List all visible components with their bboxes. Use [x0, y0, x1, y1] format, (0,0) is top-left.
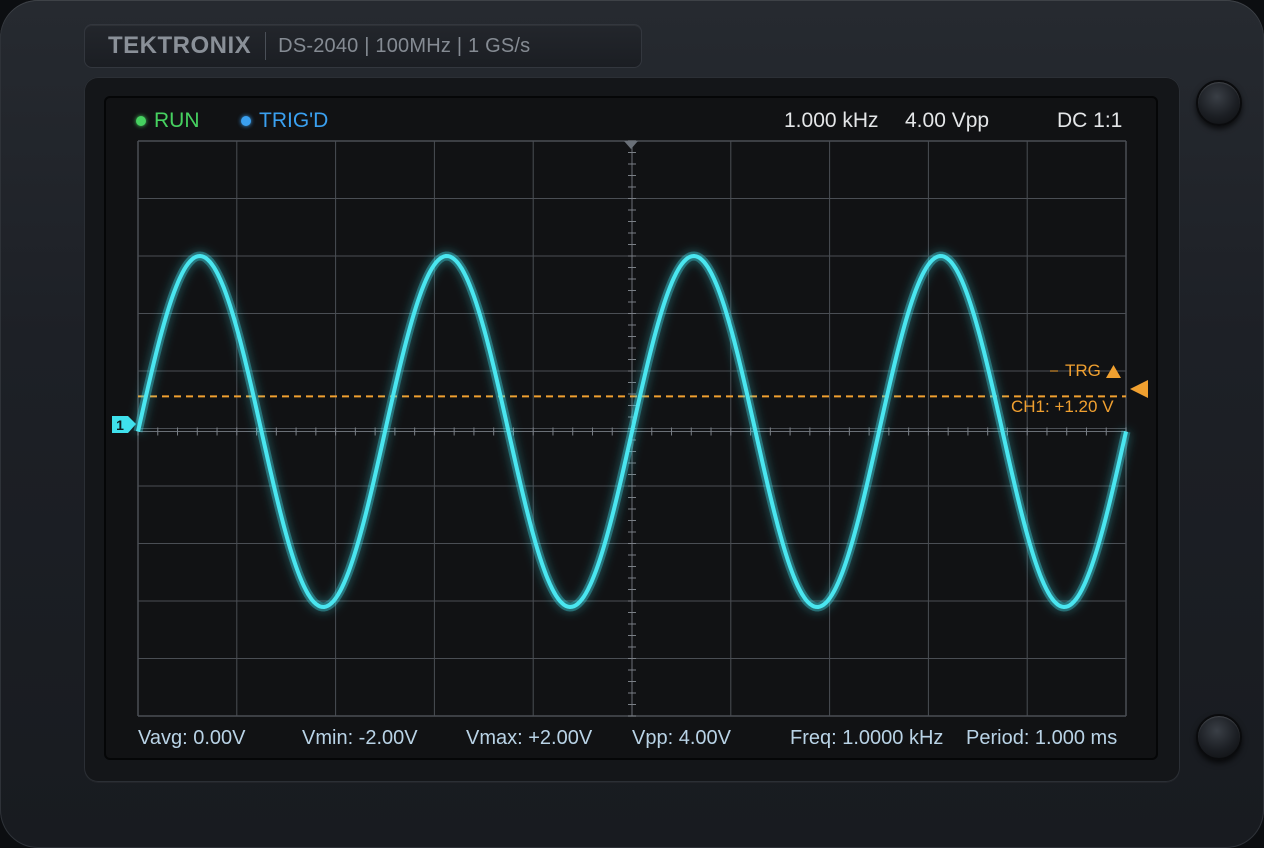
measurement-vmax: Vmax: +2.00V: [466, 727, 593, 749]
trigger-position-marker[interactable]: [624, 141, 638, 149]
measurement-vpp: Vpp: 4.00V: [632, 727, 731, 749]
measurement-period: Period: 1.000 ms: [966, 727, 1118, 749]
measurement-freq: Freq: 1.0000 kHz: [790, 727, 944, 749]
trigger-level-marker[interactable]: [1130, 380, 1148, 398]
channel-1-number: 1: [116, 417, 124, 433]
measurement-vavg: Vavg: 0.00V: [138, 727, 246, 749]
trigger-level-readout: CH1: +1.20 V: [1011, 397, 1114, 416]
channel-1-marker[interactable]: 1: [112, 416, 136, 433]
trigger-label: TRG: [1065, 361, 1101, 380]
measurement-vmin: Vmin: -2.00V: [302, 727, 418, 749]
scope-graticule: 1: [112, 140, 1148, 717]
